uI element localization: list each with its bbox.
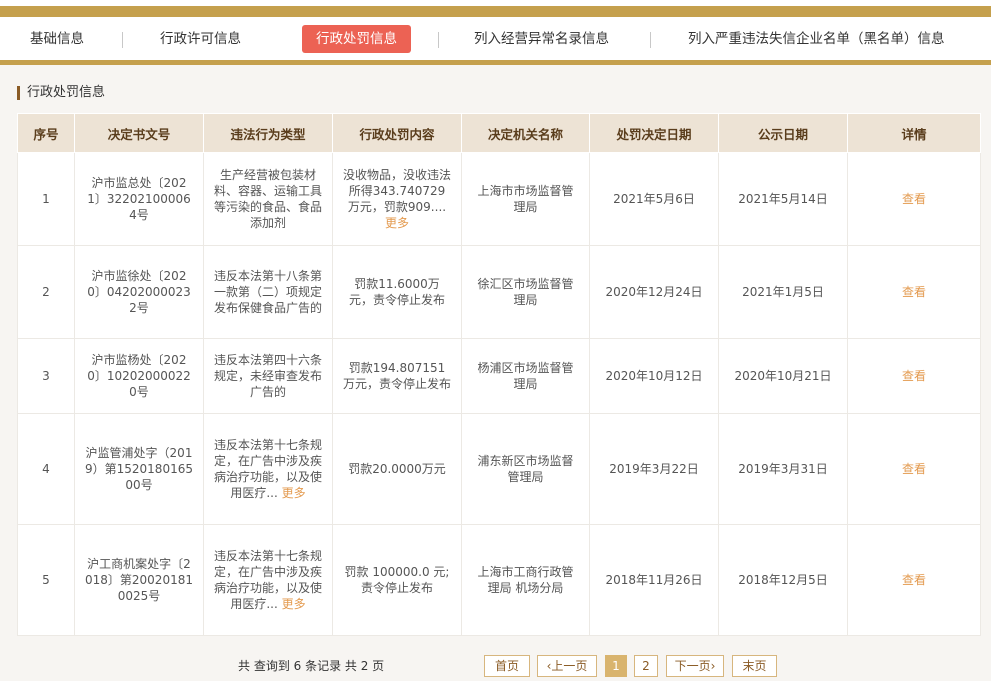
cell-detail: 查看: [847, 524, 981, 636]
cell-authority: 徐汇区市场监督管理局: [461, 245, 590, 339]
tab-abnormal-list[interactable]: 列入经营异常名录信息: [474, 25, 609, 53]
section-title: 行政处罚信息: [17, 85, 105, 101]
tab-license-info[interactable]: 行政许可信息: [160, 25, 241, 53]
cell-doc-number: 沪市监徐处〔2020〕042020000232号: [74, 245, 204, 339]
cell-penalty-content: 罚款 100000.0 元;责令停止发布: [332, 524, 462, 636]
cell-detail: 查看: [847, 338, 981, 414]
table-row: 3 沪市监杨处〔2020〕102020000220号 违反本法第四十六条规定，未…: [17, 338, 981, 414]
view-link[interactable]: 查看: [902, 369, 926, 383]
cell-violation-type: 生产经营被包装材料、容器、运输工具等污染的食品、食品添加剂: [203, 152, 333, 246]
top-gold-bar: [0, 6, 991, 17]
tab-separator: [438, 32, 439, 48]
section-marker: [17, 86, 20, 100]
cell-decision-date: 2018年11月26日: [589, 524, 719, 636]
next-page-button[interactable]: 下一页›: [666, 655, 724, 677]
header-detail: 详情: [847, 113, 981, 153]
header-violation-type: 违法行为类型: [203, 113, 333, 153]
header-publish-date: 公示日期: [718, 113, 848, 153]
cell-no: 3: [17, 338, 75, 414]
last-page-button[interactable]: 末页: [732, 655, 777, 677]
header-authority: 决定机关名称: [461, 113, 590, 153]
main-content: 行政处罚信息 序号 决定书文号 违法行为类型 行政处罚内容 决定机关名称 处罚决…: [0, 65, 991, 681]
tab-bar: 基础信息 行政许可信息 行政处罚信息 列入经营异常名录信息 列入严重违法失信企业…: [0, 17, 991, 61]
cell-no: 1: [17, 152, 75, 246]
cell-publish-date: 2021年1月5日: [718, 245, 848, 339]
tab-penalty-info[interactable]: 行政处罚信息: [302, 25, 411, 53]
page-2-button[interactable]: 2: [634, 655, 658, 677]
tab-blacklist[interactable]: 列入严重违法失信企业名单（黑名单）信息: [688, 25, 945, 53]
tab-separator: [650, 32, 651, 48]
section-title-text: 行政处罚信息: [27, 85, 106, 100]
first-page-button[interactable]: 首页: [484, 655, 530, 677]
cell-publish-date: 2021年5月14日: [718, 152, 848, 246]
pagination-summary: 共 查询到 6 条记录 共 2 页: [238, 659, 385, 673]
violation-type-text: 违反本法第十七条规定，在广告中涉及疾病治疗功能，以及使用医疗...: [214, 549, 323, 611]
cell-no: 5: [17, 524, 75, 636]
cell-no: 4: [17, 413, 75, 525]
view-link[interactable]: 查看: [902, 285, 926, 299]
header-no: 序号: [17, 113, 75, 153]
cell-authority: 上海市市场监督管理局: [461, 152, 590, 246]
table-row: 5 沪工商机案处字〔2018〕第200201810025号 违反本法第十七条规定…: [17, 524, 981, 636]
cell-doc-number: 沪市监杨处〔2020〕102020000220号: [74, 338, 204, 414]
view-link[interactable]: 查看: [902, 192, 926, 206]
cell-penalty-content: 罚款11.6000万元，责令停止发布: [332, 245, 462, 339]
cell-detail: 查看: [847, 413, 981, 525]
cell-penalty-content: 罚款194.807151万元，责令停止发布: [332, 338, 462, 414]
tab-basic-info[interactable]: 基础信息: [30, 25, 84, 53]
cell-detail: 查看: [847, 245, 981, 339]
cell-authority: 上海市工商行政管理局 机场分局: [461, 524, 590, 636]
cell-authority: 浦东新区市场监督管理局: [461, 413, 590, 525]
more-link[interactable]: 更多: [385, 216, 409, 230]
cell-publish-date: 2020年10月21日: [718, 338, 848, 414]
cell-doc-number: 沪监管浦处字（2019）第152018016500号: [74, 413, 204, 525]
view-link[interactable]: 查看: [902, 573, 926, 587]
prev-page-button[interactable]: ‹上一页: [537, 655, 597, 677]
cell-doc-number: 沪工商机案处字〔2018〕第200201810025号: [74, 524, 204, 636]
table-row: 2 沪市监徐处〔2020〕042020000232号 违反本法第十八条第一款第（…: [17, 245, 981, 339]
header-decision-date: 处罚决定日期: [589, 113, 719, 153]
penalty-content-text: 没收物品，没收违法所得343.740729万元，罚款909....: [343, 168, 451, 214]
cell-detail: 查看: [847, 152, 981, 246]
cell-publish-date: 2019年3月31日: [718, 413, 848, 525]
cell-decision-date: 2019年3月22日: [589, 413, 719, 525]
cell-violation-type: 违反本法第十七条规定，在广告中涉及疾病治疗功能，以及使用医疗... 更多: [203, 524, 333, 636]
table-row: 1 沪市监总处〔2021〕322021000064号 生产经营被包装材料、容器、…: [17, 152, 981, 246]
tab-separator: [122, 32, 123, 48]
penalty-table: 序号 决定书文号 违法行为类型 行政处罚内容 决定机关名称 处罚决定日期 公示日…: [17, 113, 981, 636]
cell-violation-type: 违反本法第十八条第一款第（二）项规定发布保健食品广告的: [203, 245, 333, 339]
page-1-button[interactable]: 1: [605, 655, 627, 677]
cell-decision-date: 2020年10月12日: [589, 338, 719, 414]
cell-violation-type: 违反本法第四十六条规定，未经审查发布广告的: [203, 338, 333, 414]
cell-authority: 杨浦区市场监督管理局: [461, 338, 590, 414]
cell-violation-type: 违反本法第十七条规定，在广告中涉及疾病治疗功能，以及使用医疗... 更多: [203, 413, 333, 525]
header-doc-number: 决定书文号: [74, 113, 204, 153]
cell-penalty-content: 没收物品，没收违法所得343.740729万元，罚款909.... 更多: [332, 152, 462, 246]
header-penalty-content: 行政处罚内容: [332, 113, 462, 153]
cell-penalty-content: 罚款20.0000万元: [332, 413, 462, 525]
table-header-row: 序号 决定书文号 违法行为类型 行政处罚内容 决定机关名称 处罚决定日期 公示日…: [17, 113, 981, 153]
cell-decision-date: 2021年5月6日: [589, 152, 719, 246]
view-link[interactable]: 查看: [902, 462, 926, 476]
cell-publish-date: 2018年12月5日: [718, 524, 848, 636]
violation-type-text: 违反本法第十七条规定，在广告中涉及疾病治疗功能，以及使用医疗...: [214, 438, 323, 500]
cell-decision-date: 2020年12月24日: [589, 245, 719, 339]
table-row: 4 沪监管浦处字（2019）第152018016500号 违反本法第十七条规定，…: [17, 413, 981, 525]
more-link[interactable]: 更多: [282, 486, 306, 500]
more-link[interactable]: 更多: [282, 597, 306, 611]
cell-doc-number: 沪市监总处〔2021〕322021000064号: [74, 152, 204, 246]
cell-no: 2: [17, 245, 75, 339]
